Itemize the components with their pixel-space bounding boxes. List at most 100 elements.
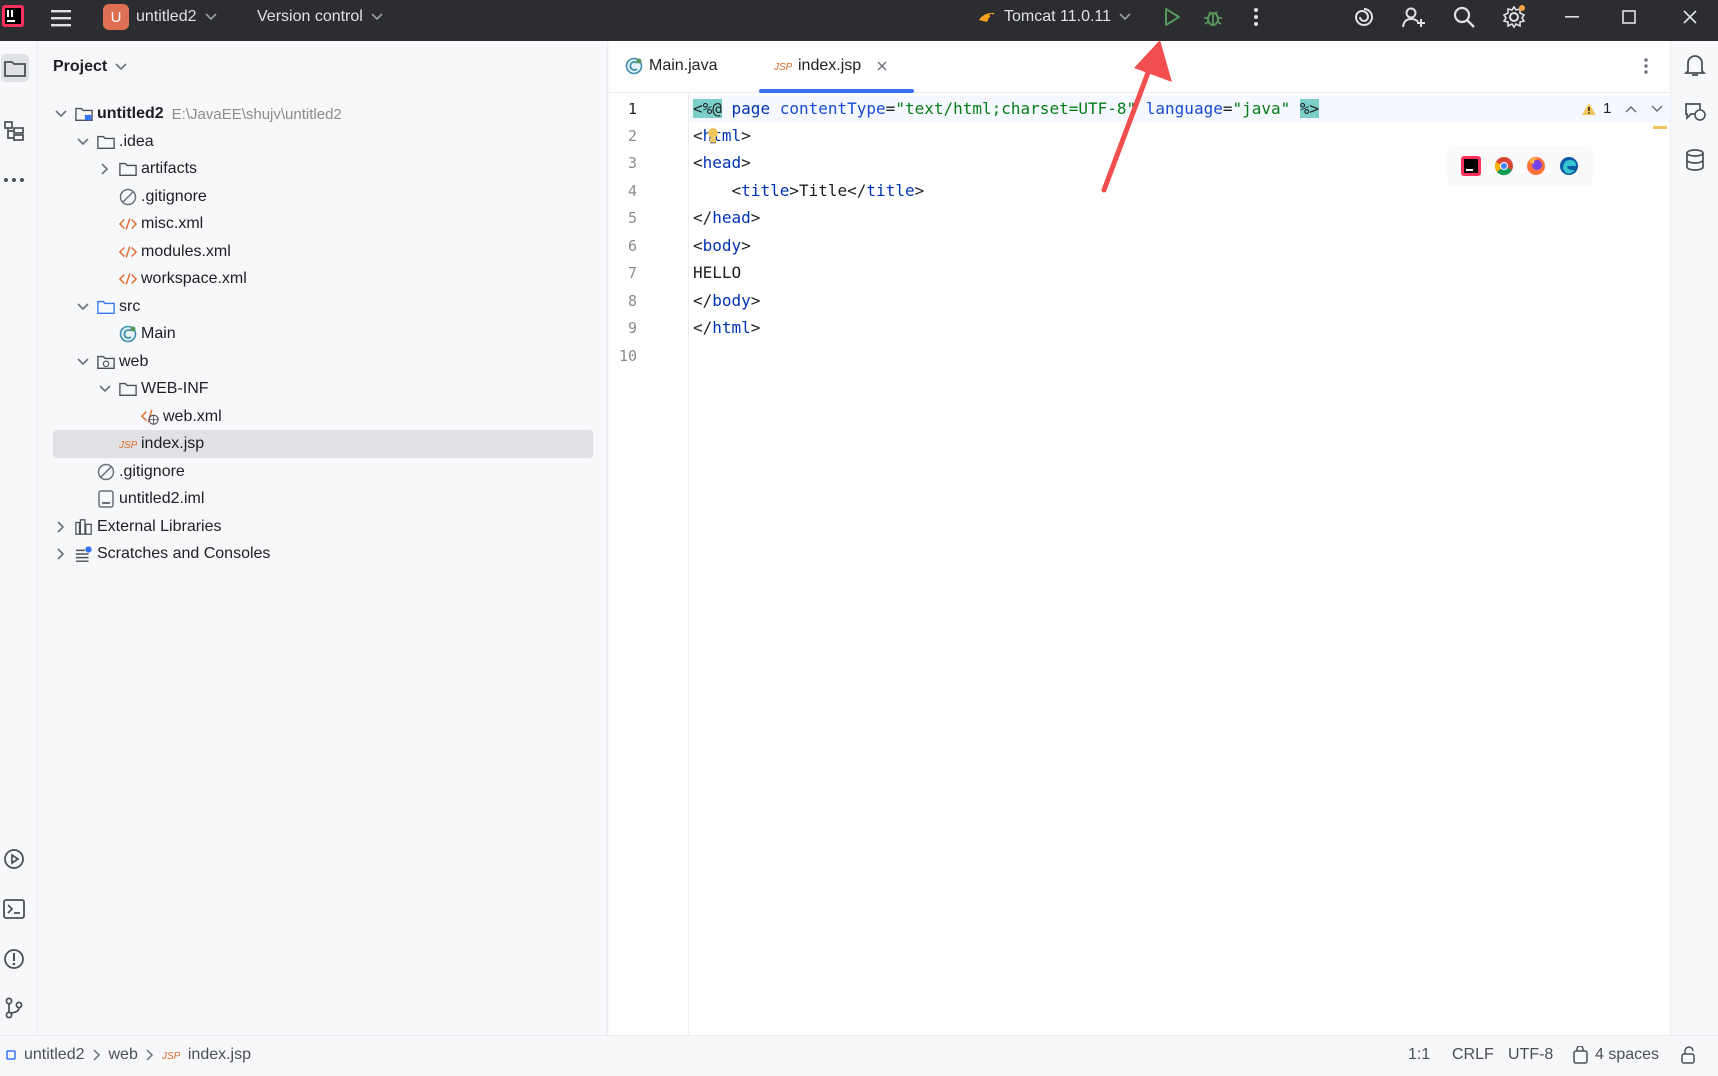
settings-gear-icon[interactable] [1502, 5, 1526, 29]
tomcat-icon [978, 10, 996, 24]
ai-chat-icon[interactable] [1683, 100, 1707, 124]
editor-tabs-menu-icon[interactable] [1643, 57, 1649, 75]
code-token: < [693, 153, 703, 172]
ignore-file-icon [97, 463, 115, 481]
problems-icon[interactable] [1, 946, 27, 972]
folder-icon [119, 380, 137, 398]
firefox-icon[interactable] [1526, 156, 1546, 176]
tree-label: .gitignore [119, 463, 185, 480]
minimize-window-icon[interactable] [1560, 5, 1584, 29]
code-token: title [866, 181, 915, 200]
breadcrumb-item-web[interactable]: web [109, 1046, 138, 1064]
more-tools-icon[interactable] [1, 167, 27, 193]
breadcrumb-item-untitled2[interactable]: untitled2 [24, 1046, 85, 1064]
next-highlight-icon[interactable] [1651, 104, 1663, 113]
tab-main-java[interactable]: Main.java [625, 55, 717, 77]
warning-stripe-marker[interactable] [1653, 126, 1667, 129]
close-tab-icon[interactable] [877, 61, 887, 71]
tree-node-artifacts[interactable]: artifacts [53, 155, 593, 183]
tree-label: .idea [119, 133, 154, 150]
tree-node-workspace-xml[interactable]: workspace.xml [53, 265, 593, 293]
tree-label: External Libraries [97, 518, 222, 535]
notifications-bell-icon[interactable] [1683, 53, 1707, 77]
debug-button[interactable] [1201, 5, 1225, 29]
chevron-down-icon[interactable] [75, 354, 91, 370]
search-icon[interactable] [1452, 5, 1476, 29]
tree-node-main[interactable]: Main [53, 320, 593, 348]
line-separator[interactable]: CRLF [1452, 1046, 1494, 1064]
intention-bulb-icon[interactable] [707, 127, 719, 145]
tree-node-web-xml[interactable]: web.xml [53, 403, 593, 431]
tree-node-gitignore-root[interactable]: .gitignore [53, 458, 593, 486]
services-icon[interactable] [1, 846, 27, 872]
git-branch-icon[interactable] [1, 995, 27, 1021]
caret-position[interactable]: 1:1 [1408, 1046, 1430, 1064]
tab-index-jsp[interactable]: JSP index.jsp [774, 55, 887, 77]
code-token: > [741, 126, 751, 145]
code-token: > [750, 208, 761, 227]
ai-assistant-icon[interactable] [1352, 5, 1376, 29]
tree-node-misc-xml[interactable]: misc.xml [53, 210, 593, 238]
close-window-icon[interactable] [1678, 5, 1702, 29]
tree-node-external-libraries[interactable]: External Libraries [53, 513, 593, 541]
version-control-menu[interactable]: Version control [257, 7, 383, 27]
chevron-down-icon [115, 63, 127, 71]
more-actions-icon[interactable] [1244, 5, 1268, 29]
code-token: title [741, 181, 790, 200]
tree-node-untitled2[interactable]: untitled2 E:\JavaEE\shujv\untitled2 [53, 100, 593, 128]
main-menu-icon[interactable] [50, 8, 72, 28]
tree-node-idea[interactable]: .idea [53, 128, 593, 156]
line-number: 8 [627, 292, 637, 310]
chevron-right-icon[interactable] [97, 161, 113, 177]
left-tool-window-bar [0, 41, 38, 1035]
inspection-widget[interactable]: 1 [1581, 100, 1663, 117]
tree-node-scratches[interactable]: Scratches and Consoles [53, 540, 593, 568]
chevron-down-icon[interactable] [97, 381, 113, 397]
code-token: < [693, 126, 703, 145]
chevron-right-icon [92, 1049, 101, 1061]
project-badge[interactable]: U [103, 4, 129, 30]
previous-highlight-icon[interactable] [1625, 105, 1637, 113]
warning-triangle-icon [1581, 102, 1597, 116]
add-user-icon[interactable] [1402, 5, 1426, 29]
file-encoding[interactable]: UTF-8 [1508, 1046, 1553, 1064]
browser-preview-toolbar [1447, 146, 1593, 186]
structure-icon[interactable] [1, 118, 27, 144]
intellij-browser-icon[interactable] [1461, 156, 1482, 176]
chevron-down-icon[interactable] [75, 299, 91, 315]
project-switcher[interactable]: untitled2 [136, 7, 217, 27]
tree-node-gitignore[interactable]: .gitignore [53, 183, 593, 211]
chevron-right-icon[interactable] [53, 546, 69, 562]
tree-node-untitled2-iml[interactable]: untitled2.iml [53, 485, 593, 513]
code-token: Title [798, 181, 848, 200]
project-view-selector[interactable]: Project [53, 58, 127, 76]
terminal-icon[interactable] [1, 896, 27, 922]
project-tool-folder-icon[interactable] [1, 54, 29, 82]
tree-node-index-jsp[interactable]: JSP index.jsp [53, 430, 593, 458]
chevron-down-icon[interactable] [53, 106, 69, 122]
tree-label: web [119, 353, 149, 370]
tree-node-modules-xml[interactable]: modules.xml [53, 238, 593, 266]
code-token: "text/html;charset=UTF-8" [895, 99, 1137, 118]
maximize-window-icon[interactable] [1617, 5, 1641, 29]
chevron-down-icon[interactable] [75, 134, 91, 150]
xml-file-icon [119, 215, 137, 233]
run-configuration-selector[interactable]: Tomcat 11.0.11 [978, 7, 1131, 27]
code-token: HELLO [693, 263, 742, 282]
right-tool-window-bar [1670, 41, 1718, 1035]
breadcrumb-item-index-jsp[interactable]: index.jsp [188, 1046, 251, 1064]
indent-setting[interactable]: 4 spaces [1573, 1046, 1659, 1064]
jsp-file-icon: JSP [774, 59, 792, 73]
chrome-icon[interactable] [1494, 156, 1514, 176]
libraries-icon [75, 518, 93, 536]
run-button[interactable] [1160, 5, 1184, 29]
tree-label: Scratches and Consoles [97, 545, 271, 562]
tree-node-src[interactable]: src [53, 293, 593, 321]
tree-node-web-inf[interactable]: WEB-INF [53, 375, 593, 403]
read-only-lock-icon[interactable] [1681, 1046, 1697, 1064]
chevron-right-icon[interactable] [53, 519, 69, 535]
tree-node-web[interactable]: web [53, 348, 593, 376]
code-content[interactable]: <%@ page contentType="text/html;charset=… [693, 93, 1593, 337]
edge-icon[interactable] [1559, 156, 1579, 176]
database-icon[interactable] [1683, 148, 1707, 172]
